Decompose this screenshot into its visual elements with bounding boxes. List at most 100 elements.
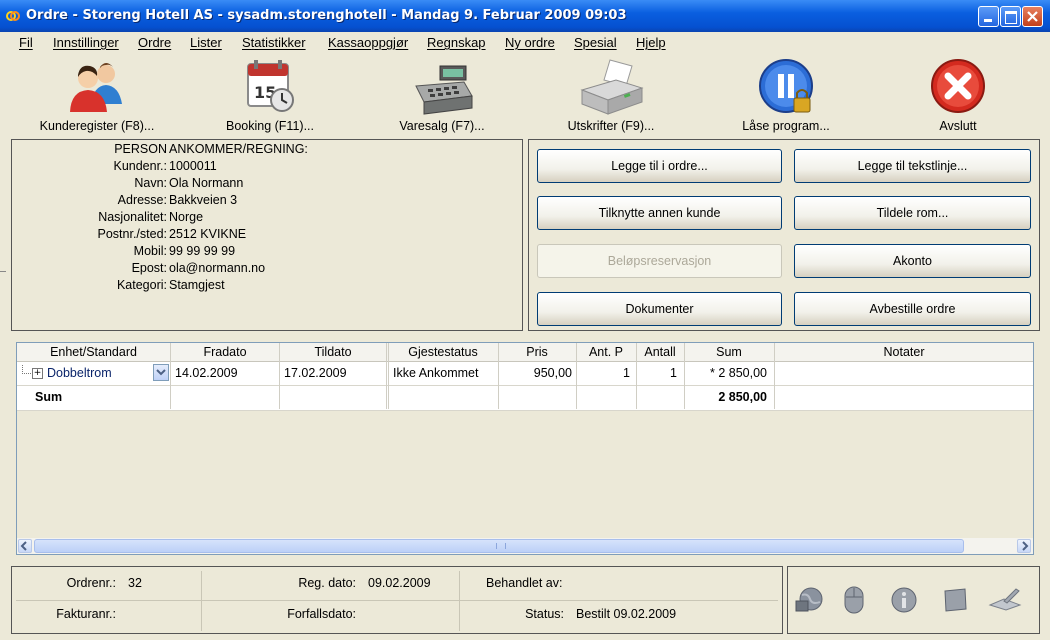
menu-order[interactable]: Ordre — [138, 35, 171, 50]
exit-label: Avslutt — [939, 119, 977, 133]
unit-cell[interactable]: + Dobbeltrom — [17, 362, 170, 384]
reg-date-label: Reg. dato: — [298, 576, 356, 590]
menu-accounting[interactable]: Regnskap — [427, 35, 486, 50]
window-title: Ordre - Storeng Hotell AS - sysadm.store… — [26, 8, 627, 23]
menu-cash-settlement[interactable]: Kassaoppgjør — [328, 35, 408, 50]
category-row: Kategori: Stamgjest — [12, 278, 522, 295]
on-account-button[interactable]: Akonto — [794, 244, 1031, 278]
side-marker — [0, 271, 6, 272]
menu-special[interactable]: Spesial — [574, 35, 617, 50]
address-label: Adresse: — [117, 193, 167, 207]
lock-tool-button[interactable]: Låse program... — [742, 56, 830, 133]
documents-button[interactable]: Dokumenter — [537, 292, 782, 326]
from-date-cell[interactable]: 14.02.2009 — [175, 366, 238, 380]
lock-label: Låse program... — [742, 119, 830, 133]
cash-register-icon — [415, 65, 473, 115]
reg-date-value: 09.02.2009 — [368, 576, 431, 590]
cancel-order-button[interactable]: Avbestille ordre — [794, 292, 1031, 326]
name-value: Ola Normann — [169, 176, 244, 190]
col-divider — [774, 343, 775, 409]
globe-icon[interactable] — [794, 585, 826, 615]
booking-tool-button[interactable]: 15 Booking (F11)... — [226, 56, 314, 133]
chevron-left-icon — [20, 541, 27, 551]
col-quantity[interactable]: Antall — [637, 345, 683, 359]
col-price[interactable]: Pris — [499, 345, 575, 359]
address-row: Adresse: Bakkveien 3 — [12, 193, 522, 210]
add-text-line-button[interactable]: Legge til tekstlinje... — [794, 149, 1031, 183]
menu-help[interactable]: Hjelp — [636, 35, 666, 50]
sum-cell: * 2 850,00 — [710, 366, 767, 380]
scroll-grip — [496, 543, 506, 549]
scroll-thumb[interactable] — [34, 539, 964, 553]
col-notes[interactable]: Notater — [775, 345, 1033, 359]
customer-number-row: Kundenr.: 1000011 — [12, 159, 522, 176]
maximize-button[interactable] — [1000, 6, 1021, 27]
customer-number-value: 1000011 — [169, 159, 217, 173]
close-button[interactable] — [1022, 6, 1043, 27]
menu-lists[interactable]: Lister — [190, 35, 222, 50]
assign-room-button[interactable]: Tildele rom... — [794, 196, 1031, 230]
expand-icon[interactable]: + — [32, 368, 43, 379]
email-row: Epost: ola@normann.no — [12, 261, 522, 278]
address-value: Bakkveien 3 — [169, 193, 238, 207]
close-x-icon — [931, 59, 985, 113]
mouse-icon[interactable] — [842, 584, 866, 616]
col-divider — [279, 343, 280, 409]
unit-dropdown-button[interactable] — [153, 364, 169, 381]
guest-status-cell[interactable]: Ikke Ankommet — [393, 366, 478, 380]
chevron-right-icon — [1022, 541, 1029, 551]
col-guest-status[interactable]: Gjestestatus — [389, 345, 497, 359]
menu-settings[interactable]: Innstillinger — [53, 35, 119, 50]
col-divider — [498, 343, 499, 409]
menu-statistics[interactable]: Statistikker — [242, 35, 306, 50]
book-pen-icon[interactable] — [988, 587, 1022, 611]
chevron-down-icon — [156, 369, 166, 376]
amount-reservation-button[interactable]: Beløpsreservasjon — [537, 244, 782, 278]
category-value: Stamgjest — [169, 278, 225, 292]
mobile-value: 99 99 99 99 — [169, 244, 236, 258]
note-icon[interactable] — [942, 587, 968, 613]
persons-cell[interactable]: 1 — [577, 366, 630, 380]
nationality-value: Norge — [169, 210, 204, 224]
price-cell[interactable]: 950,00 — [499, 366, 572, 380]
menu-file[interactable]: Fil — [19, 35, 33, 50]
col-unit[interactable]: Enhet/Standard — [17, 345, 170, 359]
horizontal-scrollbar[interactable] — [17, 538, 1033, 554]
col-sum[interactable]: Sum — [685, 345, 773, 359]
order-lines-grid[interactable]: Enhet/Standard Fradato Tildato Gjestesta… — [16, 342, 1034, 555]
person-panel: PERSON ANKOMMER/REGNING: Kundenr.: 10000… — [11, 139, 523, 331]
scroll-left-button[interactable] — [18, 539, 32, 553]
postal-label: Postnr./sted: — [97, 227, 167, 241]
col-from[interactable]: Fradato — [171, 345, 279, 359]
exit-tool-button[interactable]: Avslutt — [928, 56, 988, 133]
menu-new-order[interactable]: Ny ordre — [505, 35, 555, 50]
prints-tool-button[interactable]: Utskrifter (F9)... — [568, 56, 654, 133]
nationality-label: Nasjonalitet: — [98, 210, 167, 224]
minimize-button[interactable] — [978, 6, 999, 27]
add-to-order-button[interactable]: Legge til i ordre... — [537, 149, 782, 183]
person-header-row: PERSON ANKOMMER/REGNING: — [12, 142, 522, 159]
toolbar: Kunderegister (F8)... 15 Booking (F11)..… — [0, 54, 1050, 136]
postal-row: Postnr./sted: 2512 KVIKNE — [12, 227, 522, 244]
link-customer-button[interactable]: Tilknytte annen kunde — [537, 196, 782, 230]
divider — [459, 571, 460, 631]
sum-row-label: Sum — [35, 390, 63, 404]
order-status-panel: Ordrenr.: 32 Reg. dato: 09.02.2009 Behan… — [11, 566, 783, 634]
status-label: Status: — [525, 607, 564, 621]
customers-tool-button[interactable]: Kunderegister (F8)... — [40, 56, 154, 133]
title-bar[interactable]: Ordre - Storeng Hotell AS - sysadm.store… — [0, 0, 1050, 32]
mobile-row: Mobil: 99 99 99 99 — [12, 244, 522, 261]
col-divider — [386, 343, 387, 409]
to-date-cell[interactable]: 17.02.2009 — [284, 366, 347, 380]
app-icon — [6, 11, 20, 21]
close-icon — [1027, 11, 1038, 22]
info-icon[interactable] — [890, 586, 918, 614]
sales-tool-button[interactable]: Varesalg (F7)... — [399, 56, 485, 133]
col-to[interactable]: Tildato — [280, 345, 386, 359]
col-persons[interactable]: Ant. P — [577, 345, 635, 359]
unit-value: Dobbeltrom — [47, 366, 112, 380]
scroll-right-button[interactable] — [1017, 539, 1031, 553]
customers-label: Kunderegister (F8)... — [39, 119, 155, 133]
booking-label: Booking (F11)... — [225, 119, 314, 133]
quantity-cell[interactable]: 1 — [637, 366, 677, 380]
